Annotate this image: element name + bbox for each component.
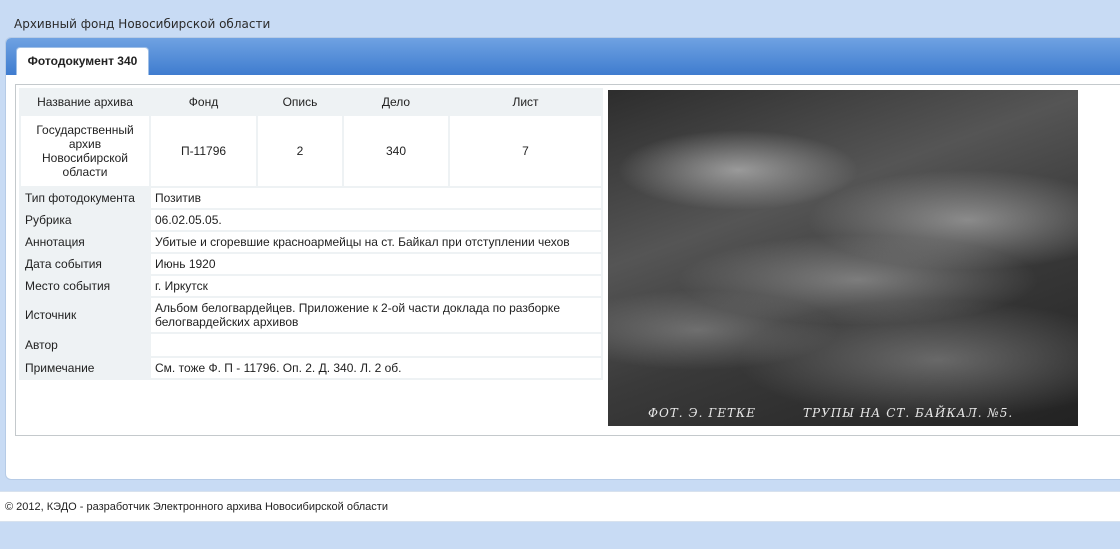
table-row: Автор bbox=[21, 334, 601, 356]
tab-bar: Фотодокумент 340 bbox=[6, 38, 1120, 75]
field-value: Июнь 1920 bbox=[151, 254, 601, 274]
archive-photo[interactable]: ФОТ. Э. ГЕТКЕ ТРУПЫ НА СТ. БАЙКАЛ. №5. bbox=[608, 90, 1078, 426]
col-fond: Фонд bbox=[151, 90, 256, 114]
col-list: Лист bbox=[450, 90, 601, 114]
opis-value: 2 bbox=[258, 116, 342, 186]
col-archive-name: Название архива bbox=[21, 90, 149, 114]
list-value: 7 bbox=[450, 116, 601, 186]
field-label: Дата события bbox=[21, 254, 149, 274]
header-values-row: Государственный архив Новосибирской обла… bbox=[21, 116, 601, 186]
table-row: Место события г. Иркутск bbox=[21, 276, 601, 296]
col-delo: Дело bbox=[344, 90, 448, 114]
col-opis: Опись bbox=[258, 90, 342, 114]
footer-copyright: © 2012, КЭДО - разработчик Электронного … bbox=[0, 491, 1120, 522]
field-label: Источник bbox=[21, 298, 149, 332]
field-value: Альбом белогвардейцев. Приложение к 2-ой… bbox=[151, 298, 601, 332]
table-row: Примечание См. тоже Ф. П - 11796. Оп. 2.… bbox=[21, 358, 601, 378]
record-content: Название архива Фонд Опись Дело Лист Гос… bbox=[15, 84, 1120, 436]
fond-value: П-11796 bbox=[151, 116, 256, 186]
table-row: Тип фотодокумента Позитив bbox=[21, 188, 601, 208]
field-value: 06.02.05.05. bbox=[151, 210, 601, 230]
field-value: См. тоже Ф. П - 11796. Оп. 2. Д. 340. Л.… bbox=[151, 358, 601, 378]
field-value: Позитив bbox=[151, 188, 601, 208]
table-row: Дата события Июнь 1920 bbox=[21, 254, 601, 274]
photo-caption-left: ФОТ. Э. ГЕТКЕ bbox=[648, 406, 756, 420]
table-row: Источник Альбом белогвардейцев. Приложен… bbox=[21, 298, 601, 332]
field-label: Место события bbox=[21, 276, 149, 296]
main-panel: Фотодокумент 340 Название архива Фонд Оп… bbox=[5, 37, 1120, 480]
field-label: Примечание bbox=[21, 358, 149, 378]
archive-name-value: Государственный архив Новосибирской обла… bbox=[21, 116, 149, 186]
tab-photodocument[interactable]: Фотодокумент 340 bbox=[16, 47, 149, 75]
field-label: Автор bbox=[21, 334, 149, 356]
field-label: Аннотация bbox=[21, 232, 149, 252]
delo-value: 340 bbox=[344, 116, 448, 186]
field-value bbox=[151, 334, 601, 356]
table-row: Рубрика 06.02.05.05. bbox=[21, 210, 601, 230]
field-value: г. Иркутск bbox=[151, 276, 601, 296]
field-label: Рубрика bbox=[21, 210, 149, 230]
table-row: Аннотация Убитые и сгоревшие красноармей… bbox=[21, 232, 601, 252]
photo-caption-right: ТРУПЫ НА СТ. БАЙКАЛ. №5. bbox=[803, 406, 1014, 420]
header-row: Название архива Фонд Опись Дело Лист bbox=[21, 90, 601, 114]
field-value: Убитые и сгоревшие красноармейцы на ст. … bbox=[151, 232, 601, 252]
field-label: Тип фотодокумента bbox=[21, 188, 149, 208]
site-title: Архивный фонд Новосибирской области bbox=[14, 17, 271, 31]
record-table: Название архива Фонд Опись Дело Лист Гос… bbox=[19, 88, 603, 380]
